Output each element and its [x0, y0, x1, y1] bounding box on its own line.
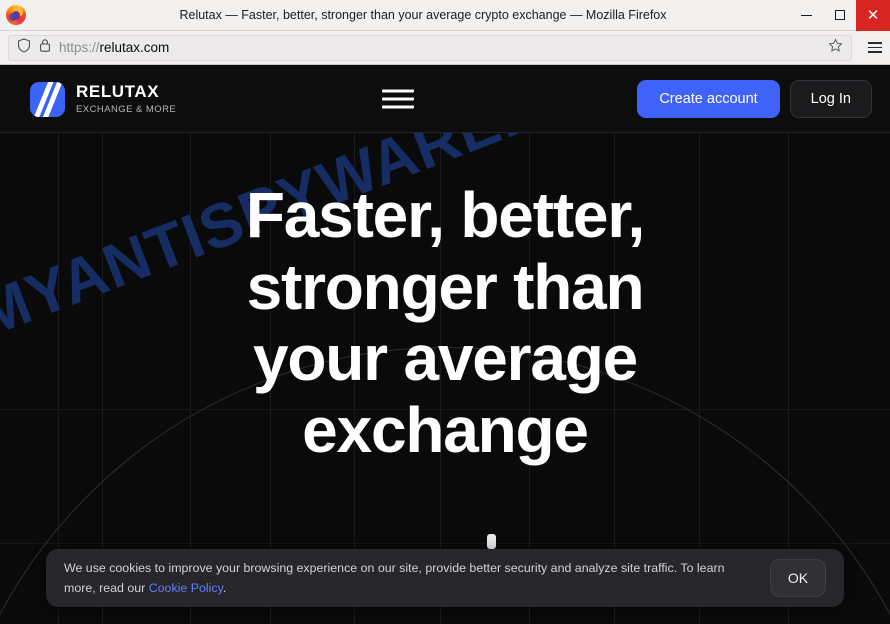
cookie-policy-link[interactable]: Cookie Policy: [149, 581, 223, 595]
browser-navbar: https://relutax.com: [0, 31, 890, 65]
firefox-icon: [6, 5, 26, 25]
brand-name: RELUTAX: [76, 81, 160, 101]
page-viewport: MYANTISPYWARE.COM Faster, better, strong…: [0, 66, 890, 624]
url-host: relutax.com: [99, 40, 170, 55]
minimize-button[interactable]: [790, 0, 823, 31]
hero-headline-line-1: Faster, better,: [245, 179, 645, 251]
cookie-banner-text: We use cookies to improve your browsing …: [46, 558, 770, 599]
brand-tagline: EXCHANGE & MORE: [76, 103, 177, 115]
app-menu-button[interactable]: [860, 31, 890, 65]
cookie-text-after: .: [222, 581, 227, 595]
brand-logo[interactable]: RELUTAX EXCHANGE & MORE: [30, 81, 177, 117]
scroll-indicator[interactable]: [487, 534, 496, 549]
window-title: Relutax — Faster, better, stronger than …: [179, 8, 667, 22]
star-icon[interactable]: [828, 37, 843, 58]
cookie-consent-banner: We use cookies to improve your browsing …: [46, 549, 844, 607]
log-in-button[interactable]: Log In: [789, 80, 872, 118]
window-controls: ✕: [790, 0, 890, 31]
url-scheme: https://: [59, 40, 100, 55]
hero-headline: Faster, better, stronger than your avera…: [0, 179, 890, 467]
header-actions: Create account Log In: [637, 80, 872, 118]
site-header: RELUTAX EXCHANGE & MORE Create account L…: [0, 66, 890, 133]
lock-icon: [39, 38, 51, 58]
close-button[interactable]: ✕: [856, 0, 890, 31]
shield-icon: [17, 37, 31, 58]
hero-headline-line-2: stronger than: [246, 250, 645, 323]
relutax-logo-icon: [30, 81, 65, 117]
url-bar[interactable]: https://relutax.com: [8, 34, 852, 61]
maximize-button[interactable]: [823, 0, 856, 31]
hamburger-menu-icon[interactable]: [382, 89, 414, 109]
url-text[interactable]: https://relutax.com: [59, 40, 820, 55]
hero-headline-line-4: exchange: [302, 394, 589, 467]
create-account-button[interactable]: Create account: [637, 80, 780, 118]
cookie-accept-button[interactable]: OK: [770, 559, 826, 597]
hero-headline-line-3: your average: [252, 322, 638, 395]
browser-titlebar: Relutax — Faster, better, stronger than …: [0, 0, 890, 31]
